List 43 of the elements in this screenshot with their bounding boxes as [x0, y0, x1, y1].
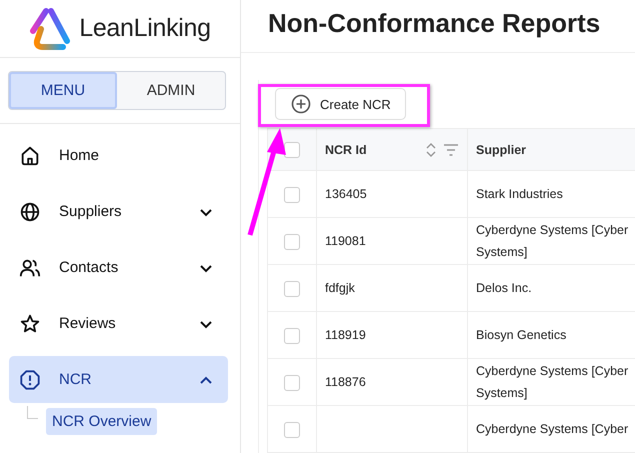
- plus-circle-icon: [291, 94, 311, 114]
- home-icon: [19, 144, 41, 166]
- nav-label: NCR: [59, 371, 92, 388]
- table-cell: Stark Industries: [476, 187, 563, 201]
- table-cell: Cyberdyne Systems [Cyber Systems]: [476, 223, 628, 259]
- table-cell: Cyberdyne Systems [Cyber Systems]: [476, 364, 628, 400]
- row-checkbox[interactable]: [284, 374, 300, 391]
- row-checkbox[interactable]: [284, 422, 300, 438]
- nav-item[interactable]: Reviews: [9, 300, 228, 347]
- column-header: Supplier: [476, 142, 528, 156]
- nav-item[interactable]: Suppliers: [9, 188, 228, 235]
- page-title: Non-Conformance Reports: [241, 0, 635, 53]
- globe-icon: [19, 200, 41, 222]
- table-cell: Biosyn Genetics: [476, 328, 566, 342]
- nav-label: Home: [59, 147, 100, 164]
- row-checkbox[interactable]: [284, 186, 300, 203]
- sort-icon: [425, 142, 437, 158]
- table-cell: Delos Inc.: [476, 281, 532, 295]
- table-cell: Cyberdyne Systems [Cyber: [476, 422, 628, 436]
- create-ncr-button[interactable]: Create NCR: [275, 88, 406, 120]
- nav-item[interactable]: NCR: [9, 356, 228, 403]
- row-checkbox[interactable]: [284, 280, 300, 297]
- nav-label: Suppliers: [59, 203, 123, 220]
- mode-tab[interactable]: MENU: [9, 72, 117, 109]
- row-checkbox[interactable]: [284, 234, 300, 250]
- column-header: NCR Id: [325, 142, 368, 156]
- select-all-checkbox[interactable]: [284, 142, 300, 158]
- table-cell: 118919: [325, 328, 366, 342]
- mode-tab[interactable]: ADMIN: [117, 72, 225, 109]
- nav-label: Contacts: [59, 259, 120, 276]
- nav-subitem[interactable]: NCR Overview: [46, 408, 158, 435]
- table-cell: fdfgjk: [325, 281, 355, 295]
- star-icon: [19, 312, 41, 334]
- nav-label: Reviews: [59, 315, 117, 332]
- table-cell: 118876: [325, 375, 366, 389]
- table-cell: 119081: [325, 234, 366, 248]
- row-checkbox[interactable]: [284, 328, 300, 344]
- nav-item[interactable]: Home: [9, 132, 228, 179]
- table-cell: 136405: [325, 187, 367, 201]
- logo-text: LeanLinking: [79, 14, 211, 43]
- alert-icon: [19, 368, 41, 390]
- filter-icon: [443, 142, 459, 156]
- nav-item[interactable]: Contacts: [9, 244, 228, 291]
